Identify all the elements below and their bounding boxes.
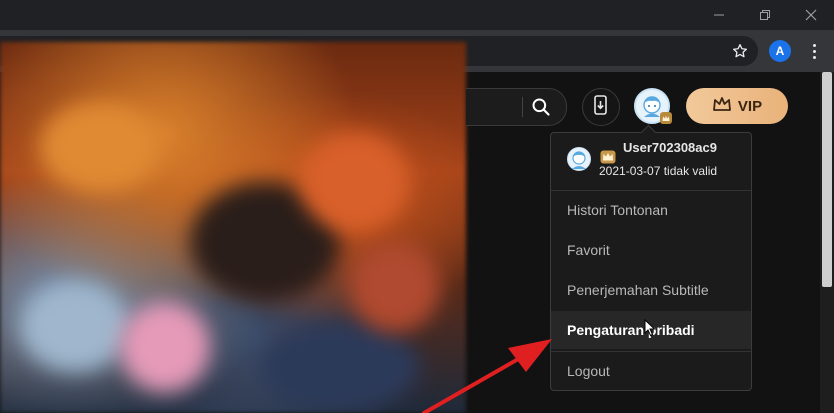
user-dropdown-menu: User702308ac9 2021-03-07 tidak valid His… bbox=[550, 124, 752, 391]
mouse-cursor-icon bbox=[644, 319, 656, 337]
menu-item-label: Favorit bbox=[567, 242, 610, 258]
menu-item-label: Logout bbox=[567, 363, 610, 379]
restore-icon[interactable] bbox=[742, 0, 788, 30]
dropdown-username: User702308ac9 bbox=[623, 140, 717, 155]
kebab-menu-icon[interactable] bbox=[806, 38, 822, 64]
page-scrollbar[interactable] bbox=[820, 72, 834, 413]
menu-item-watch-history[interactable]: Histori Tontonan bbox=[551, 191, 751, 229]
menu-item-label: Histori Tontonan bbox=[567, 202, 668, 218]
menu-item-logout[interactable]: Logout bbox=[551, 352, 751, 390]
phone-download-icon bbox=[592, 94, 610, 120]
search-input[interactable] bbox=[466, 88, 567, 126]
close-icon[interactable] bbox=[788, 0, 834, 30]
crown-icon bbox=[712, 96, 732, 116]
search-icon[interactable] bbox=[528, 94, 554, 120]
page-content: VIP User702308ac9 2021-03-07 tidak valid… bbox=[0, 42, 834, 413]
menu-item-subtitle-translation[interactable]: Penerjemahan Subtitle bbox=[551, 271, 751, 309]
scrollbar-thumb[interactable] bbox=[822, 72, 832, 287]
vip-button[interactable]: VIP bbox=[686, 88, 788, 124]
app-download-button[interactable] bbox=[582, 88, 620, 126]
menu-item-label: Pengaturan pribadi bbox=[567, 322, 695, 338]
vip-label: VIP bbox=[737, 97, 763, 115]
dropdown-user-info: User702308ac9 2021-03-07 tidak valid bbox=[551, 133, 751, 190]
blurred-banner-image bbox=[0, 42, 466, 413]
dropdown-avatar bbox=[567, 147, 591, 171]
minimize-icon[interactable] bbox=[696, 0, 742, 30]
profile-initial: A bbox=[775, 44, 785, 58]
menu-item-label: Penerjemahan Subtitle bbox=[567, 282, 709, 298]
window-titlebar bbox=[0, 0, 834, 30]
browser-profile-avatar[interactable]: A bbox=[769, 40, 791, 62]
star-icon[interactable] bbox=[728, 36, 752, 66]
menu-item-favorites[interactable]: Favorit bbox=[551, 231, 751, 269]
search-divider bbox=[522, 97, 523, 117]
user-avatar[interactable] bbox=[634, 88, 672, 124]
vip-crown-icon bbox=[600, 150, 616, 164]
vip-crown-badge-icon bbox=[660, 112, 672, 124]
vip-expiry-text: 2021-03-07 tidak valid bbox=[599, 164, 718, 178]
